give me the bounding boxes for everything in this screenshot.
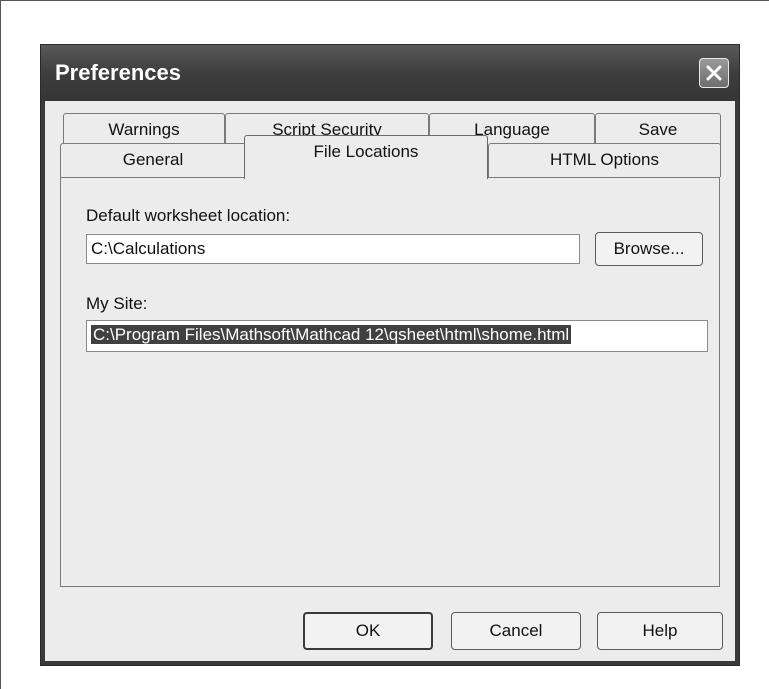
browse-button[interactable]: Browse... [595, 232, 703, 266]
help-button[interactable]: Help [597, 612, 723, 650]
tab-label: File Locations [313, 142, 419, 161]
tab-warnings[interactable]: Warnings [63, 113, 225, 147]
tab-general[interactable]: General [60, 143, 246, 177]
page-frame-left [0, 0, 1, 689]
page-frame-top [0, 0, 769, 1]
tab-html-options[interactable]: HTML Options [488, 143, 721, 177]
cancel-label: Cancel [489, 621, 543, 640]
default-location-label: Default worksheet location: [86, 206, 291, 225]
tab-save[interactable]: Save [595, 113, 721, 147]
my-site-value: C:\Program Files\Mathsoft\Mathcad 12\qsh… [91, 325, 572, 344]
dialog-client-area: Warnings Script Security Language Save G… [45, 101, 735, 661]
ok-label: OK [355, 621, 381, 640]
ok-button[interactable]: OK [303, 612, 433, 650]
default-location-value: C:\Calculations [91, 239, 206, 258]
preferences-dialog: Preferences Warnings Script Security Lan… [40, 44, 740, 666]
tab-label: General [122, 150, 184, 169]
tab-file-locations[interactable]: File Locations [244, 135, 488, 179]
dialog-title: Preferences [55, 60, 181, 85]
tab-label: Warnings [108, 120, 180, 139]
help-label: Help [642, 621, 678, 640]
title-bar[interactable]: Preferences [41, 45, 739, 101]
my-site-input[interactable]: C:\Program Files\Mathsoft\Mathcad 12\qsh… [86, 320, 708, 352]
browse-label: Browse... [613, 239, 685, 258]
file-locations-panel: Default worksheet location: C:\Calculati… [60, 177, 720, 587]
my-site-label: My Site: [86, 294, 148, 313]
close-button[interactable] [699, 58, 729, 88]
default-location-input[interactable]: C:\Calculations [86, 234, 580, 264]
tab-label: HTML Options [550, 150, 659, 169]
tab-label: Save [638, 120, 678, 139]
close-x-icon [706, 65, 722, 81]
cancel-button[interactable]: Cancel [451, 612, 581, 650]
